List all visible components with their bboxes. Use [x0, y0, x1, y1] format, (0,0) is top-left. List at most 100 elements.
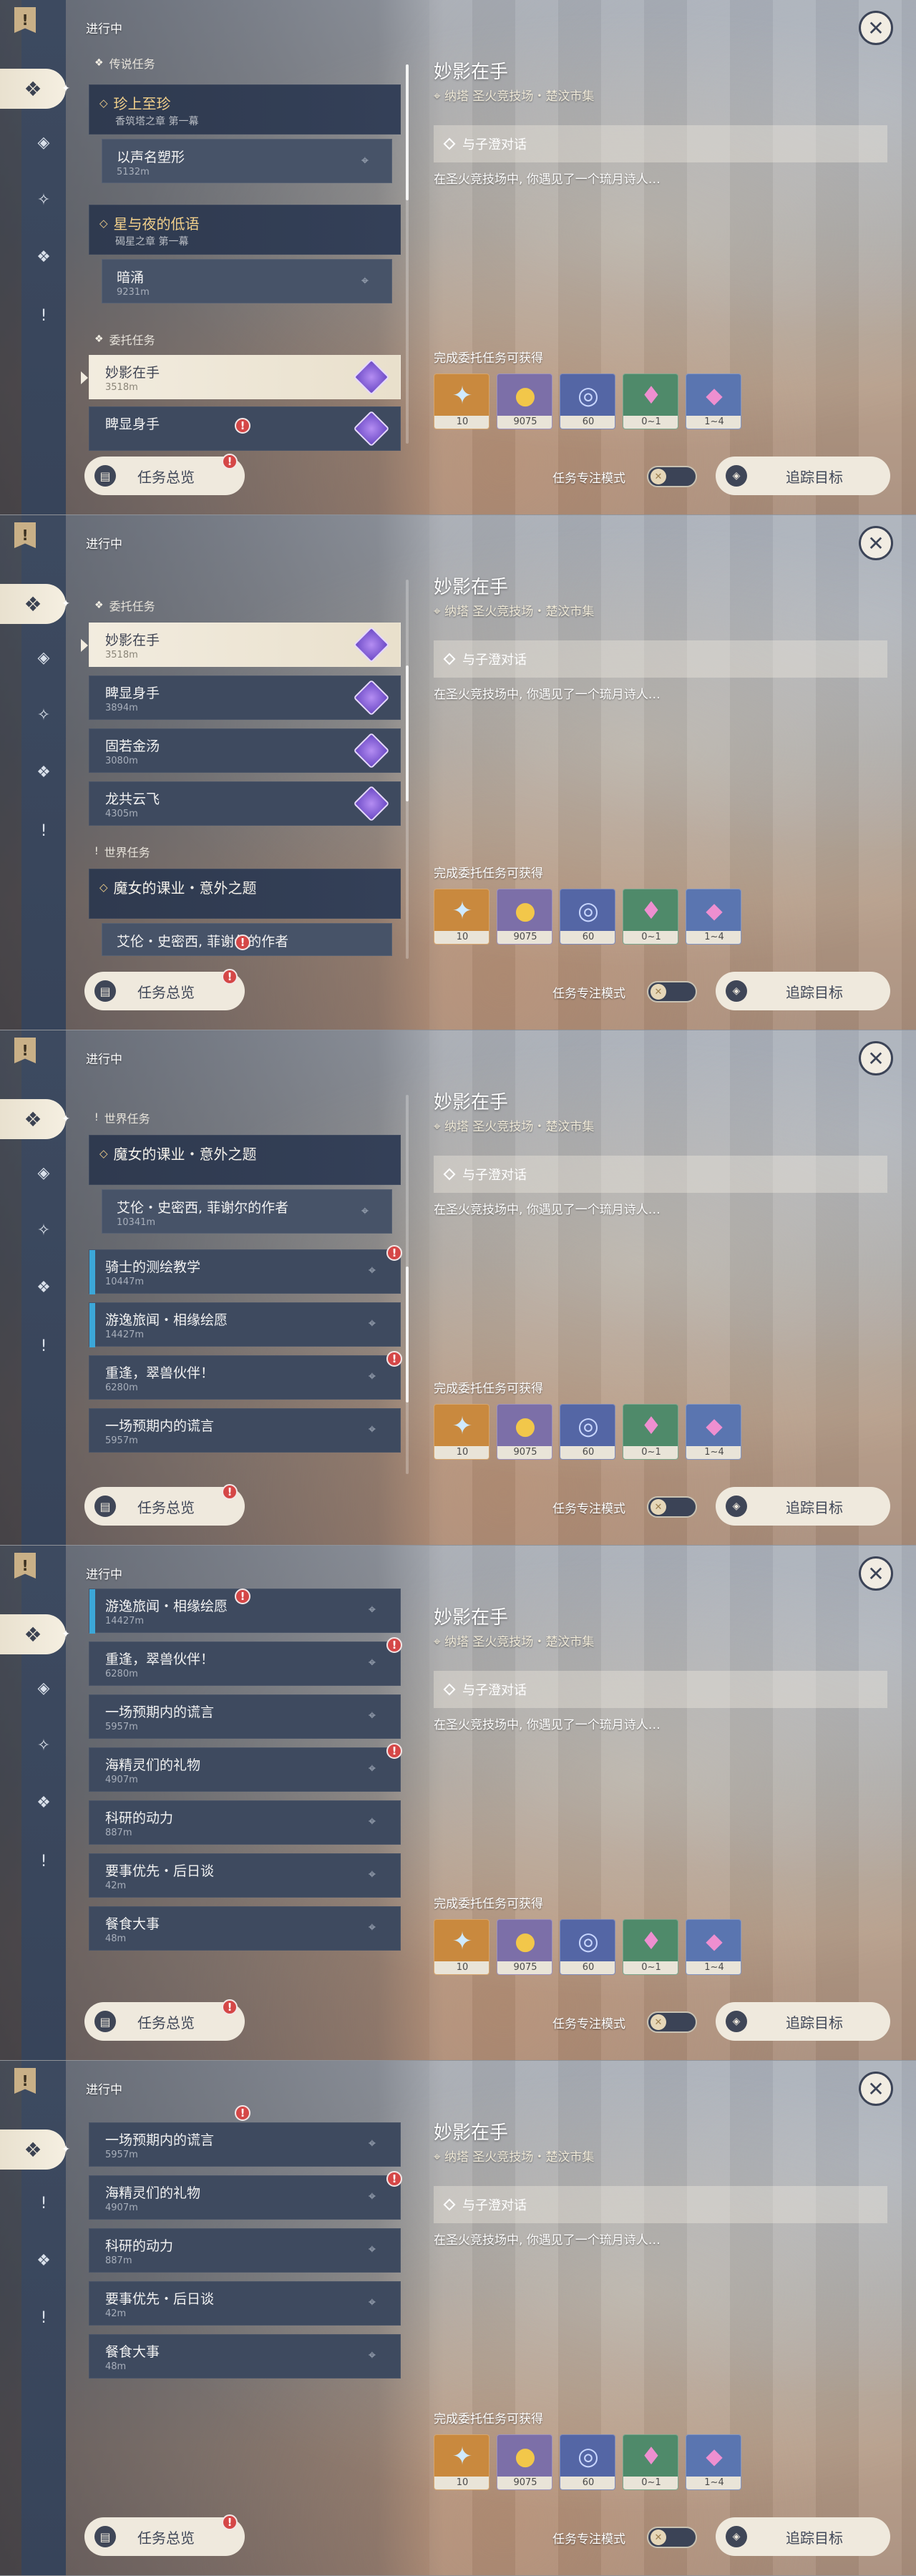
alert-icon[interactable]: ! — [30, 2304, 57, 2331]
quest-item[interactable]: 重逢，翠兽伙伴！ 6280m ⌖ — [89, 1355, 401, 1400]
location-pin-icon[interactable]: ⌖ — [369, 1369, 376, 1384]
location-pin-icon[interactable]: ⌖ — [369, 1316, 376, 1331]
location-pin-icon[interactable]: ⌖ — [369, 1263, 376, 1278]
crystal-cluster-icon[interactable]: ⬥ 1~4 — [686, 374, 741, 429]
crystal-cluster-icon[interactable]: ⬥ 1~4 — [686, 1919, 741, 1975]
location-pin-icon[interactable]: ⌖ — [361, 273, 369, 288]
commission-tab-icon[interactable]: ❖ ✦ — [0, 584, 70, 624]
quest-item[interactable]: 龙共云飞 4305m — [89, 781, 401, 826]
quest-item[interactable]: 海精灵们的礼物 4907m ⌖ — [89, 1747, 401, 1792]
overview-button[interactable]: ▤ 任务总览 — [84, 972, 245, 1010]
crystal-icon[interactable]: ♦ 0~1 — [623, 1404, 678, 1460]
quest-item[interactable]: 一场预期内的谎言 5957m ⌖ — [89, 2122, 401, 2167]
crystal-icon[interactable]: ♦ 0~1 — [623, 374, 678, 429]
close-button[interactable]: ✕ — [859, 1041, 893, 1075]
tracker-diamond-icon[interactable]: ◈ — [30, 1159, 57, 1186]
tracker-diamond-icon[interactable]: ◈ — [30, 1674, 57, 1702]
quest-group[interactable]: ◇ 魔女的课业・意外之题 — [89, 869, 401, 919]
primogem-icon[interactable]: ✦ 10 — [434, 1404, 489, 1460]
mora-icon[interactable]: ● 9075 — [497, 1404, 552, 1460]
close-button[interactable]: ✕ — [859, 526, 893, 560]
location-pin-icon[interactable]: ⌖ — [369, 1655, 376, 1670]
alert-icon[interactable]: ! — [30, 302, 57, 329]
daily-icon[interactable]: ❖ — [30, 758, 57, 786]
crystal-cluster-icon[interactable]: ⬥ 1~4 — [686, 2434, 741, 2490]
daily-icon[interactable]: ❖ — [30, 1789, 57, 1816]
crystal-cluster-icon[interactable]: ⬥ 1~4 — [686, 889, 741, 945]
focus-mode-toggle[interactable]: ✕ — [647, 981, 697, 1002]
track-button[interactable]: ◈ 追踪目标 — [716, 457, 890, 495]
quest-item-selected[interactable]: 妙影在手 3518m — [81, 623, 401, 667]
focus-mode-toggle[interactable]: ✕ — [647, 2527, 697, 2548]
exp-icon[interactable]: ◎ 60 — [560, 2434, 615, 2490]
primogem-icon[interactable]: ✦ 10 — [434, 2434, 489, 2490]
exp-icon[interactable]: ◎ 60 — [560, 1404, 615, 1460]
alert-icon[interactable]: ! — [30, 1848, 57, 1875]
compass-icon[interactable]: ✧ — [30, 701, 57, 728]
location-pin-icon[interactable]: ⌖ — [369, 2348, 376, 2363]
close-button[interactable]: ✕ — [859, 2072, 893, 2106]
daily-icon[interactable]: ❖ — [30, 2247, 57, 2274]
primogem-icon[interactable]: ✦ 10 — [434, 1919, 489, 1975]
focus-mode-toggle[interactable]: ✕ — [647, 2011, 697, 2033]
list-scrollbar[interactable] — [406, 1095, 409, 1474]
focus-mode-toggle[interactable]: ✕ — [647, 1496, 697, 1518]
list-scrollbar[interactable] — [406, 64, 409, 444]
location-pin-icon[interactable]: ⌖ — [369, 1708, 376, 1723]
quest-item[interactable]: 游逸旅闻・相缘绘愿 14427m ⌖ — [89, 1302, 401, 1347]
tracker-diamond-icon[interactable]: ◈ — [30, 644, 57, 671]
overview-button[interactable]: ▤ 任务总览 — [84, 2517, 245, 2556]
track-button[interactable]: ◈ 追踪目标 — [716, 2517, 890, 2556]
quest-item[interactable]: 要事优先・后日谈 42m ⌖ — [89, 1853, 401, 1898]
overview-button[interactable]: ▤ 任务总览 — [84, 457, 245, 495]
quest-item[interactable]: 固若金汤 3080m — [89, 728, 401, 773]
mora-icon[interactable]: ● 9075 — [497, 1919, 552, 1975]
quest-item[interactable]: 骑士的测绘教学 10447m ⌖ — [89, 1249, 401, 1294]
daily-icon[interactable]: ❖ — [30, 243, 57, 270]
crystal-icon[interactable]: ♦ 0~1 — [623, 1919, 678, 1975]
overview-button[interactable]: ▤ 任务总览 — [84, 2002, 245, 2041]
list-scrollbar[interactable] — [406, 580, 409, 959]
quest-item[interactable]: 一场预期内的谎言 5957m ⌖ — [89, 1408, 401, 1453]
quest-item[interactable]: 餐食大事 48m ⌖ — [89, 1906, 401, 1951]
crystal-icon[interactable]: ♦ 0~1 — [623, 889, 678, 945]
quest-step-card[interactable]: 暗涌 9231m ⌖ — [102, 259, 392, 303]
quest-item[interactable]: 科研的动力 887m ⌖ — [89, 2228, 401, 2273]
close-button[interactable]: ✕ — [859, 1556, 893, 1591]
location-pin-icon[interactable]: ⌖ — [369, 2136, 376, 2151]
location-pin-icon[interactable]: ⌖ — [369, 1602, 376, 1617]
quest-item[interactable]: 海精灵们的礼物 4907m ⌖ — [89, 2175, 401, 2220]
crystal-cluster-icon[interactable]: ⬥ 1~4 — [686, 1404, 741, 1460]
primogem-icon[interactable]: ✦ 10 — [434, 374, 489, 429]
track-button[interactable]: ◈ 追踪目标 — [716, 2002, 890, 2041]
mora-icon[interactable]: ● 9075 — [497, 374, 552, 429]
quest-group[interactable]: ◇ 珍上至珍 香筑塔之章 第一幕 — [89, 84, 401, 135]
quest-step-card[interactable]: 以声名塑形 5132m ⌖ — [102, 139, 392, 183]
exp-icon[interactable]: ◎ 60 — [560, 1919, 615, 1975]
quest-item-selected[interactable]: 妙影在手 3518m — [81, 355, 401, 399]
quest-item[interactable]: 要事优先・后日谈 42m ⌖ — [89, 2281, 401, 2326]
location-pin-icon[interactable]: ⌖ — [369, 1814, 376, 1829]
quest-item[interactable]: 睥显身手 3894m — [89, 675, 401, 720]
exp-icon[interactable]: ◎ 60 — [560, 889, 615, 945]
commission-tab-icon[interactable]: ❖ ✦ — [0, 1614, 70, 1654]
track-button[interactable]: ◈ 追踪目标 — [716, 972, 890, 1010]
close-button[interactable]: ✕ — [859, 11, 893, 45]
quest-step-card[interactable]: 艾伦・史密西, 菲谢尔的作者 10341m ⌖ — [102, 1189, 392, 1234]
primogem-icon[interactable]: ✦ 10 — [434, 889, 489, 945]
mora-icon[interactable]: ● 9075 — [497, 2434, 552, 2490]
compass-icon[interactable]: ✧ — [30, 1732, 57, 1759]
location-pin-icon[interactable]: ⌖ — [361, 153, 369, 168]
alert-icon[interactable]: ! — [30, 1332, 57, 1360]
exp-icon[interactable]: ◎ 60 — [560, 374, 615, 429]
quest-item[interactable]: 科研的动力 887m ⌖ — [89, 1800, 401, 1845]
location-pin-icon[interactable]: ⌖ — [361, 1204, 369, 1219]
quest-item[interactable]: 餐食大事 48m ⌖ — [89, 2334, 401, 2379]
daily-icon[interactable]: ❖ — [30, 1274, 57, 1301]
location-pin-icon[interactable]: ⌖ — [369, 1422, 376, 1437]
quest-item[interactable]: 重逢，翠兽伙伴！ 6280m ⌖ — [89, 1641, 401, 1686]
location-pin-icon[interactable]: ⌖ — [369, 1867, 376, 1882]
location-pin-icon[interactable]: ⌖ — [369, 1761, 376, 1776]
commission-tab-icon[interactable]: ❖ ✦ — [0, 69, 70, 109]
location-pin-icon[interactable]: ⌖ — [369, 2242, 376, 2257]
